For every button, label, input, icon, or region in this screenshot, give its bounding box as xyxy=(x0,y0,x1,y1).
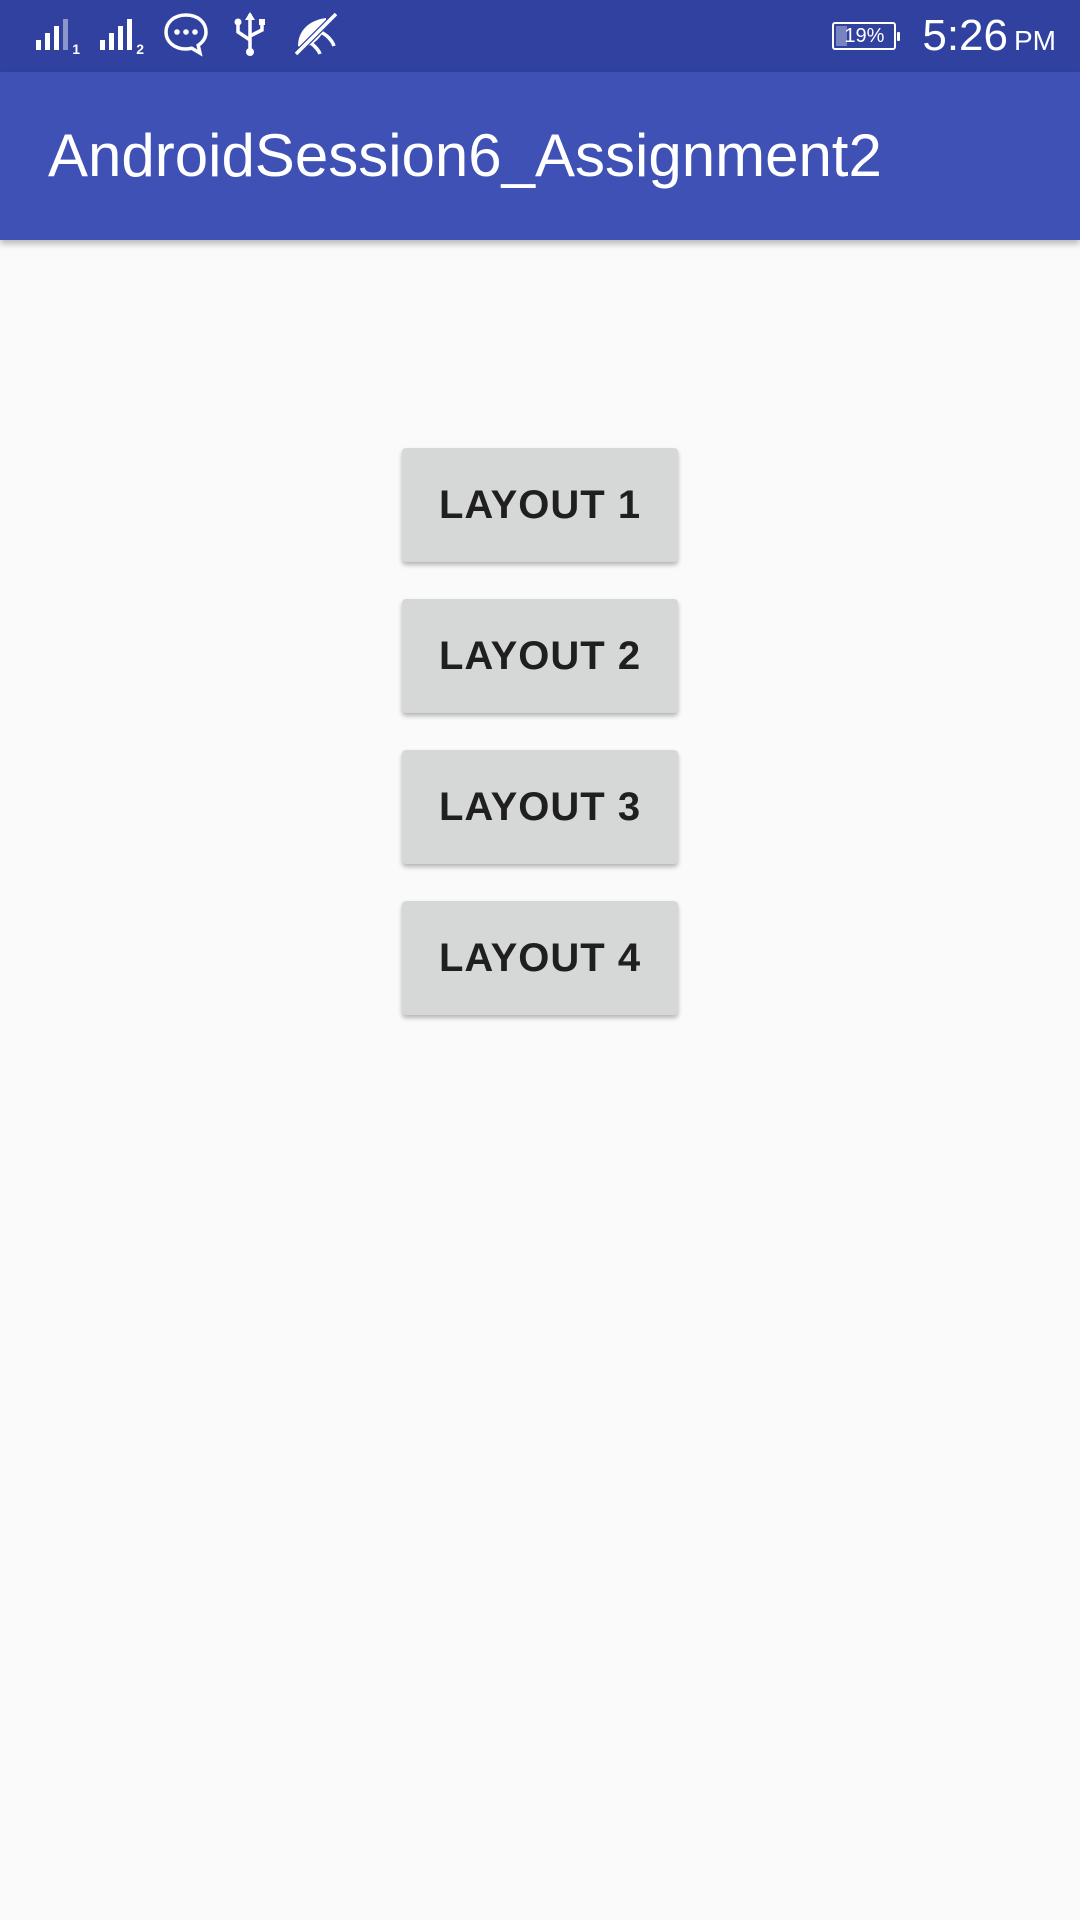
content-area: LAYOUT 1 LAYOUT 2 LAYOUT 3 LAYOUT 4 xyxy=(0,240,1080,1920)
no-location-icon xyxy=(290,10,342,63)
status-icons-left: 1 2 xyxy=(34,10,360,62)
sim2-label: 2 xyxy=(136,41,144,57)
layout-1-button[interactable]: LAYOUT 1 xyxy=(402,448,678,562)
clock: 5:26 PM xyxy=(922,11,1056,61)
screen: 1 2 19% 5:26 PM AndroidSession6_Assignme… xyxy=(0,0,1080,1920)
sim1-label: 1 xyxy=(72,41,80,57)
signal-sim2-icon: 2 xyxy=(98,14,144,58)
message-icon xyxy=(162,10,210,63)
clock-ampm: PM xyxy=(1014,25,1056,56)
usb-icon xyxy=(228,10,272,63)
layout-4-button[interactable]: LAYOUT 4 xyxy=(402,901,678,1015)
battery-percent: 19% xyxy=(844,25,885,47)
clock-time: 5:26 xyxy=(922,11,1008,60)
button-list: LAYOUT 1 LAYOUT 2 LAYOUT 3 LAYOUT 4 xyxy=(402,448,678,1052)
app-bar: AndroidSession6_Assignment2 xyxy=(0,72,1080,240)
layout-2-button[interactable]: LAYOUT 2 xyxy=(402,599,678,713)
status-icons-right: 19% 5:26 PM xyxy=(832,0,1056,72)
battery-icon: 19% xyxy=(832,22,901,50)
signal-sim1-icon: 1 xyxy=(34,14,80,58)
layout-3-button[interactable]: LAYOUT 3 xyxy=(402,750,678,864)
status-bar: 1 2 19% 5:26 PM xyxy=(0,0,1080,72)
app-title: AndroidSession6_Assignment2 xyxy=(48,122,882,189)
